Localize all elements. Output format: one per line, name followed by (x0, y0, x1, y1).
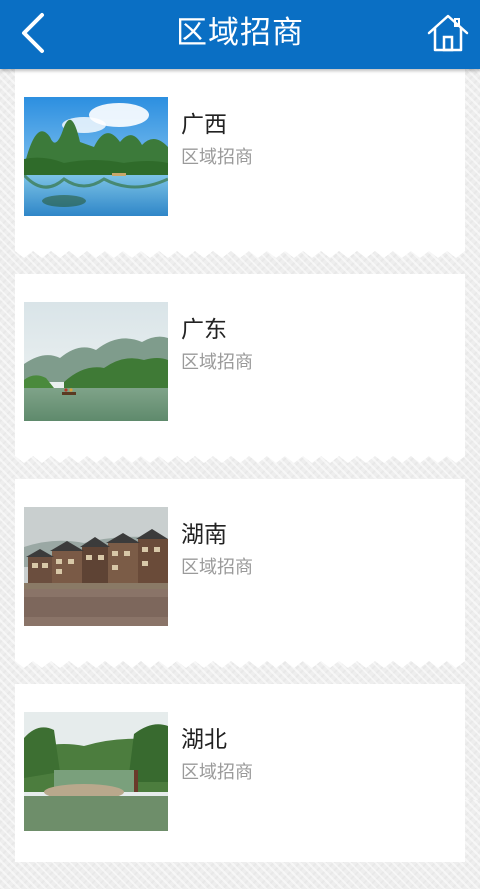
card-edge-divider (15, 657, 465, 668)
app-header: 区域招商 (0, 0, 480, 69)
region-card-hunan[interactable]: 湖南 区域招商 (15, 479, 465, 657)
region-thumbnail (24, 712, 168, 831)
region-list: 广西 区域招商 广东 区域招商 湖南 区域招商 湖北 区域招商 (15, 49, 465, 889)
region-thumbnail (24, 507, 168, 626)
list-item: 湖北 区域招商 (15, 684, 465, 889)
region-subtitle: 区域招商 (181, 147, 253, 168)
region-name: 湖南 (181, 522, 227, 548)
home-button[interactable] (426, 12, 470, 54)
home-icon (427, 14, 469, 52)
region-thumbnail (24, 302, 168, 421)
list-item: 广西 区域招商 (15, 49, 465, 274)
region-card-guangdong[interactable]: 广东 区域招商 (15, 274, 465, 452)
region-card-guangxi[interactable]: 广西 区域招商 (15, 49, 465, 247)
list-item: 广东 区域招商 (15, 274, 465, 479)
region-name: 湖北 (181, 727, 227, 753)
region-name: 广东 (181, 317, 227, 343)
region-name: 广西 (181, 112, 227, 138)
region-thumbnail (24, 97, 168, 216)
card-edge-divider (15, 247, 465, 258)
card-edge-divider (15, 452, 465, 463)
region-card-hubei[interactable]: 湖北 区域招商 (15, 684, 465, 862)
region-subtitle: 区域招商 (181, 557, 253, 578)
list-item: 湖南 区域招商 (15, 479, 465, 684)
region-subtitle: 区域招商 (181, 352, 253, 373)
region-subtitle: 区域招商 (181, 762, 253, 783)
page-title: 区域招商 (176, 15, 304, 51)
